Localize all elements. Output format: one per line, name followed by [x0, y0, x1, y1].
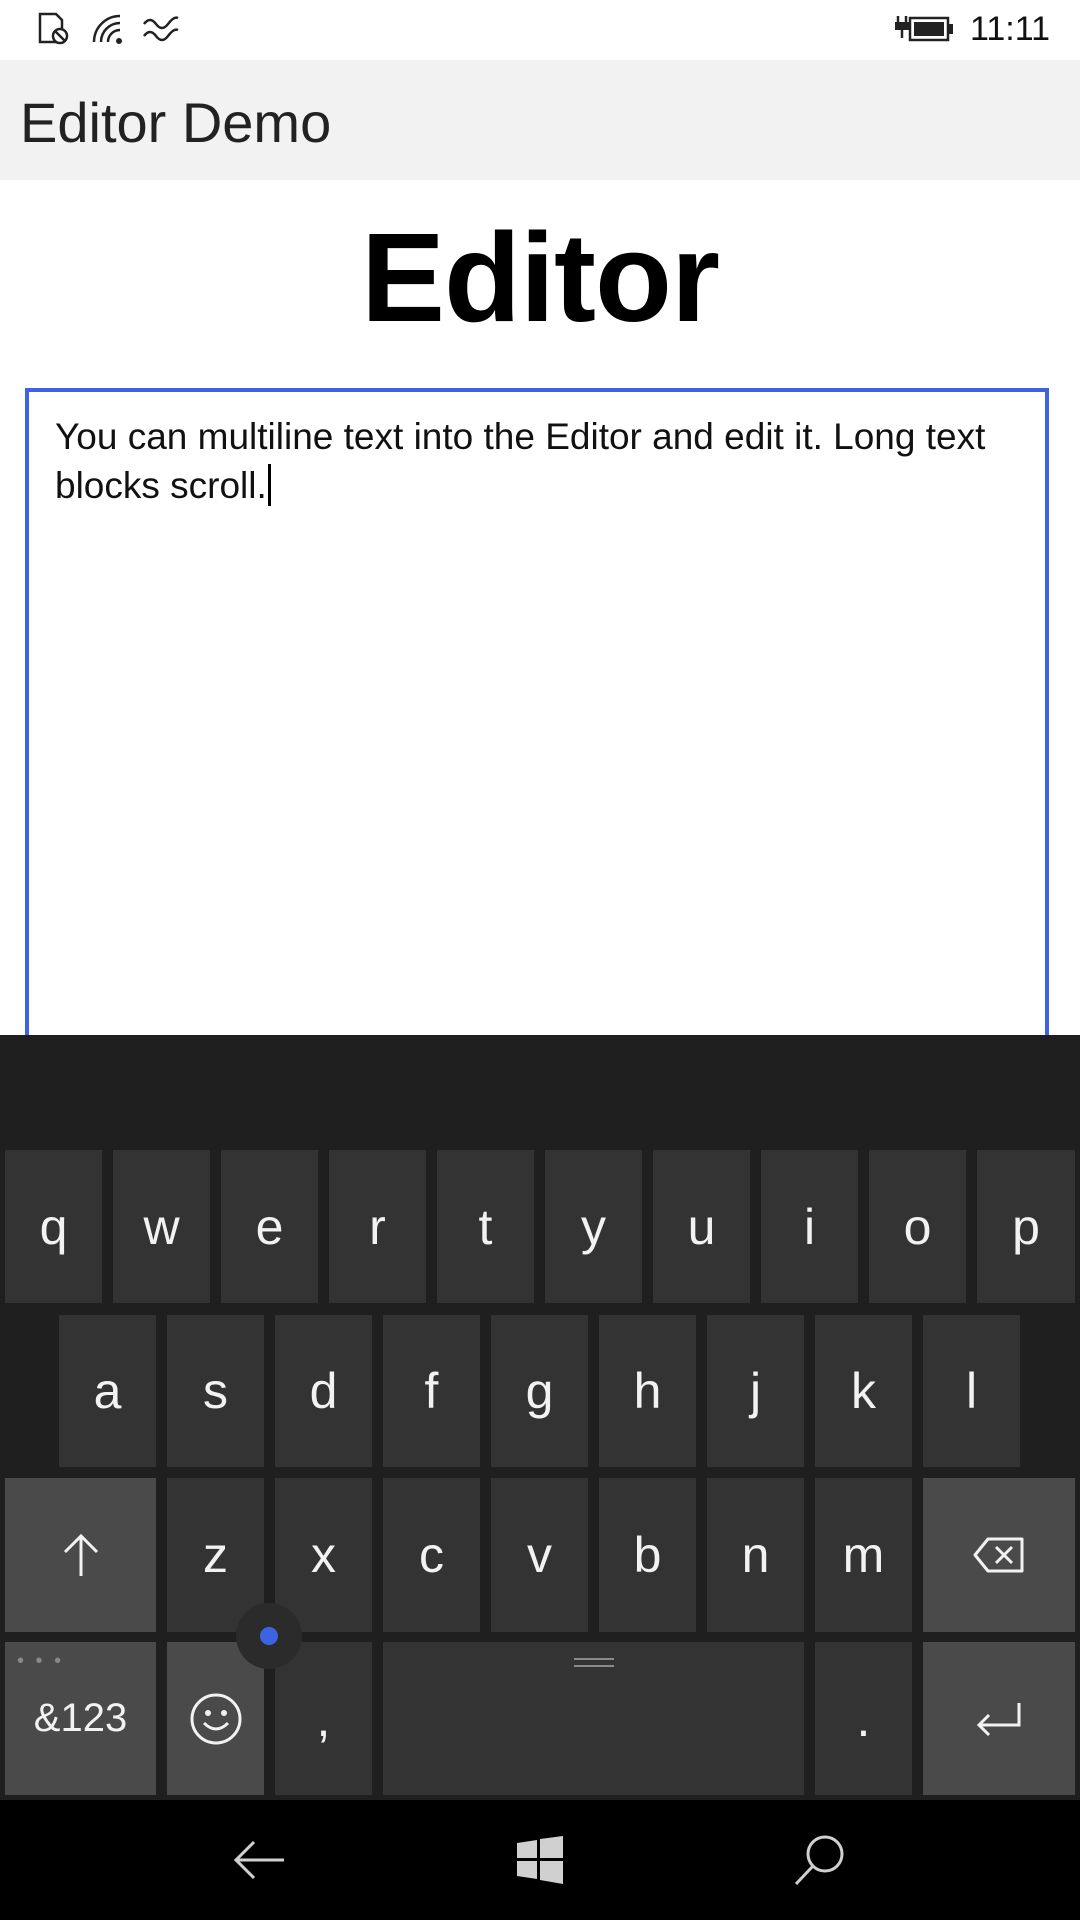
editor-text: You can multiline text into the Editor a… — [55, 416, 986, 506]
key-e[interactable]: e — [221, 1150, 318, 1303]
data-sense-icon — [143, 16, 179, 42]
key-b[interactable]: b — [599, 1478, 696, 1632]
page-heading: Editor — [361, 207, 720, 348]
back-button[interactable] — [225, 1830, 295, 1890]
key-h[interactable]: h — [599, 1315, 696, 1467]
key-f[interactable]: f — [383, 1315, 480, 1467]
on-screen-keyboard: q w e r t y u i o p a s d f g h j k l z … — [0, 1035, 1080, 1800]
backspace-icon — [973, 1537, 1024, 1573]
key-m[interactable]: m — [815, 1478, 912, 1632]
enter-arrow-icon — [976, 1702, 1021, 1736]
status-bar: 11:11 — [0, 0, 1080, 60]
key-a[interactable]: a — [59, 1315, 156, 1467]
key-k[interactable]: k — [815, 1315, 912, 1467]
key-d[interactable]: d — [275, 1315, 372, 1467]
key-o[interactable]: o — [869, 1150, 966, 1303]
multiline-editor[interactable]: You can multiline text into the Editor a… — [25, 388, 1049, 1048]
more-dots-icon: • • • — [17, 1650, 65, 1672]
shift-key[interactable] — [5, 1478, 156, 1632]
search-icon — [794, 1835, 844, 1886]
key-n[interactable]: n — [707, 1478, 804, 1632]
comma-key[interactable]: , — [275, 1642, 372, 1795]
app-title: Editor Demo — [20, 91, 332, 154]
key-q[interactable]: q — [5, 1150, 102, 1303]
key-t[interactable]: t — [437, 1150, 534, 1303]
cursor-control-nub[interactable] — [236, 1603, 302, 1669]
key-i[interactable]: i — [761, 1150, 858, 1303]
app-title-bar: Editor Demo — [0, 60, 1080, 180]
shift-arrow-icon — [63, 1533, 98, 1576]
clock: 11:11 — [969, 10, 1050, 48]
navigation-bar — [0, 1800, 1080, 1920]
enter-key[interactable] — [923, 1642, 1075, 1795]
windows-logo-icon — [517, 1836, 563, 1884]
drag-handle-icon — [573, 1658, 614, 1672]
backspace-key[interactable] — [923, 1478, 1075, 1632]
text-caret — [267, 464, 271, 506]
key-p[interactable]: p — [977, 1150, 1075, 1303]
key-x[interactable]: x — [275, 1478, 372, 1632]
key-v[interactable]: v — [491, 1478, 588, 1632]
key-l[interactable]: l — [923, 1315, 1020, 1467]
key-r[interactable]: r — [329, 1150, 426, 1303]
key-y[interactable]: y — [545, 1150, 642, 1303]
wifi-icon — [92, 14, 122, 44]
search-button[interactable] — [785, 1830, 855, 1890]
symbols-key[interactable]: • • • &123 — [5, 1642, 156, 1795]
key-w[interactable]: w — [113, 1150, 210, 1303]
back-arrow-icon — [233, 1840, 284, 1880]
sim-icon — [38, 12, 69, 45]
key-s[interactable]: s — [167, 1315, 264, 1467]
emoji-key[interactable] — [167, 1642, 264, 1795]
key-c[interactable]: c — [383, 1478, 480, 1632]
emoji-smiley-icon — [190, 1693, 241, 1744]
editor-content[interactable]: You can multiline text into the Editor a… — [55, 412, 1035, 510]
start-button[interactable] — [505, 1830, 575, 1890]
cursor-dot-icon — [260, 1627, 278, 1645]
battery-charging-icon — [895, 16, 953, 42]
key-g[interactable]: g — [491, 1315, 588, 1467]
space-key[interactable] — [383, 1642, 804, 1795]
key-j[interactable]: j — [707, 1315, 804, 1467]
key-u[interactable]: u — [653, 1150, 750, 1303]
period-key[interactable]: . — [815, 1642, 912, 1795]
